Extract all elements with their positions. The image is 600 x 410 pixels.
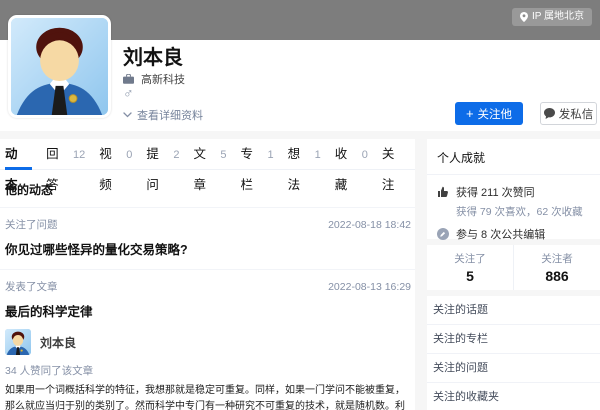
sidebar-item-followed-columns[interactable]: 关注的专栏 (427, 325, 600, 354)
activity-action: 关注了问题 (5, 217, 58, 232)
achievements-card: 个人成就 获得 211 次赞同 获得 79 次喜欢，62 次收藏 参与 8 次公… (427, 139, 600, 239)
sidebar-item-followed-favlists[interactable]: 关注的收藏夹 (427, 383, 600, 410)
edit-pencil-icon (437, 228, 449, 240)
male-icon: ♂ (123, 86, 134, 100)
tab-articles[interactable]: 文章5 (193, 139, 226, 170)
feed-item: 发表了文章 2022-08-13 16:29 最后的科学定律 (0, 270, 415, 410)
tab-activity[interactable]: 动态 (5, 139, 32, 170)
briefcase-icon (123, 74, 134, 84)
following-count: 5 (427, 268, 513, 284)
author-name: 刘本良 (40, 334, 76, 351)
ip-location-badge: IP 属地北京 (512, 8, 592, 26)
vote-count-text: 34 人赞同了该文章 (5, 363, 411, 378)
tab-answers[interactable]: 回答12 (46, 139, 85, 170)
message-bubble-icon (544, 108, 555, 119)
following-stat[interactable]: 关注了 5 (427, 245, 513, 290)
profile-page: IP 属地北京 刘本良 高新科技 ♂ (0, 0, 600, 410)
sidebar-item-followed-topics[interactable]: 关注的话题 (427, 296, 600, 325)
tab-following[interactable]: 关注 (382, 139, 409, 170)
question-title-link[interactable]: 你见过哪些怪异的量化交易策略? (5, 239, 411, 258)
author-avatar (5, 329, 31, 355)
edits-row: 参与 8 次公共编辑 (437, 226, 590, 242)
location-pin-icon (520, 12, 528, 22)
followers-stat[interactable]: 关注者 886 (513, 245, 600, 290)
tab-ideas[interactable]: 想法1 (288, 139, 321, 170)
feed-item: 关注了问题 2022-08-18 18:42 你见过哪些怪异的量化交易策略? (0, 208, 415, 270)
achievements-title: 个人成就 (427, 139, 600, 175)
tab-collections[interactable]: 收藏0 (335, 139, 368, 170)
message-button-label: 发私信 (559, 106, 594, 122)
upvotes-text: 获得 211 次赞同 (456, 184, 535, 200)
main-content-card: 动态 回答12 视频0 提问2 文章5 专栏1 想法1 收藏0 (0, 139, 415, 410)
following-label: 关注了 (427, 251, 513, 266)
edits-text: 参与 8 次公共编辑 (456, 226, 545, 242)
follow-button[interactable]: + 关注他 (455, 102, 523, 125)
tab-questions[interactable]: 提问2 (146, 139, 179, 170)
follow-stats-card: 关注了 5 关注者 886 (427, 245, 600, 290)
article-title-link[interactable]: 最后的科学定律 (5, 301, 411, 320)
followers-count: 886 (514, 268, 600, 284)
article-excerpt: 如果用一个词概括科学的特征，我想那就是稳定可重复。同样，如果一门学问不能被重复，… (5, 383, 414, 410)
avatar[interactable] (8, 15, 111, 118)
activity-action: 发表了文章 (5, 279, 58, 294)
upvotes-row: 获得 211 次赞同 (437, 184, 590, 200)
excerpt-text: 如果用一个词概括科学的特征，我想那就是稳定可重复。同样，如果一门学问不能被重复，… (5, 385, 413, 410)
followers-label: 关注者 (514, 251, 600, 266)
plus-icon: + (466, 107, 474, 120)
chevron-down-icon (123, 112, 132, 118)
thumbs-up-icon (437, 186, 449, 198)
article-author-row[interactable]: 刘本良 (5, 329, 411, 355)
activity-time: 2022-08-13 16:29 (328, 281, 411, 293)
sidebar-item-followed-questions[interactable]: 关注的问题 (427, 354, 600, 383)
follow-links-card: 关注的话题 关注的专栏 关注的问题 关注的收藏夹 (427, 296, 600, 410)
expand-details-link[interactable]: 查看详细资料 (123, 107, 203, 123)
profile-tabs: 动态 回答12 视频0 提问2 文章5 专栏1 想法1 收藏0 (0, 139, 415, 170)
follow-button-label: 关注他 (478, 106, 513, 122)
tab-columns[interactable]: 专栏1 (241, 139, 274, 170)
tab-videos[interactable]: 视频0 (99, 139, 132, 170)
user-name: 刘本良 (123, 41, 183, 70)
activity-time: 2022-08-18 18:42 (328, 219, 411, 231)
company-name: 高新科技 (141, 71, 185, 87)
likes-favs-text: 获得 79 次喜欢，62 次收藏 (456, 204, 590, 219)
ip-location-text: IP 属地北京 (532, 12, 584, 22)
message-button[interactable]: 发私信 (540, 102, 597, 125)
expand-details-label: 查看详细资料 (137, 107, 203, 123)
